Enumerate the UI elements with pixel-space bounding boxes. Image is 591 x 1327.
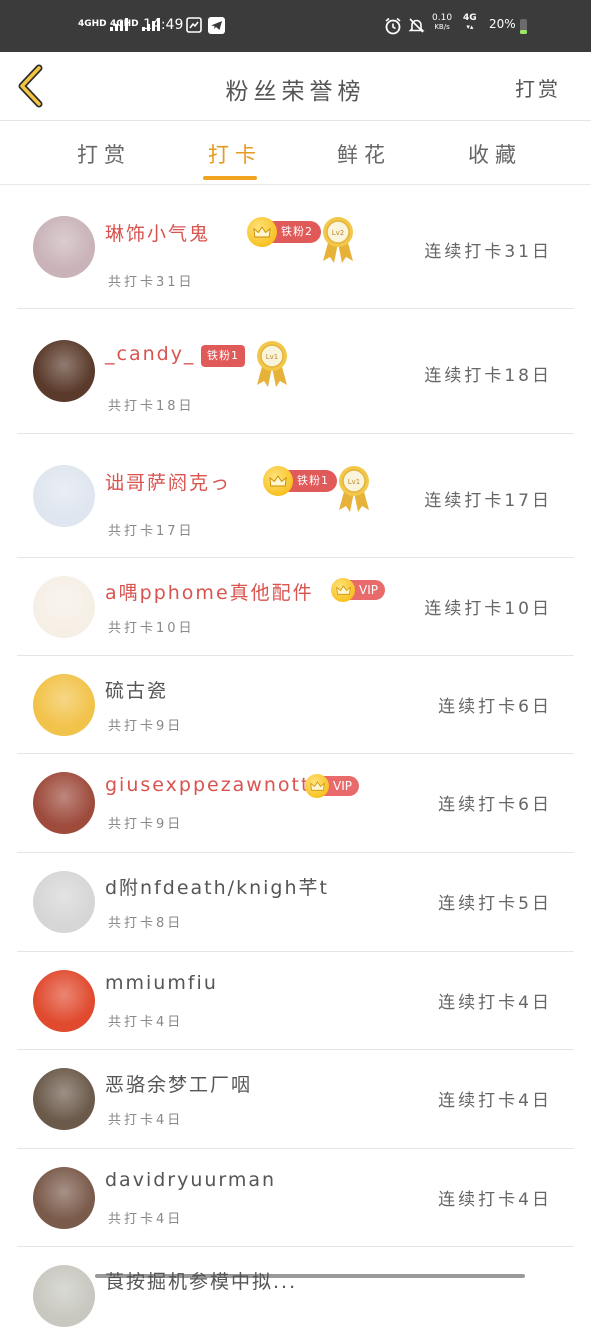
list-item[interactable]: 琳饰小气鬼 铁粉2 Lv2 共打卡31日 连续打卡31日 <box>17 185 574 309</box>
total-checkin-days: 共打卡18日 <box>108 399 195 414</box>
reward-button[interactable]: 打赏 <box>515 73 561 102</box>
total-checkin-days: 共打卡17日 <box>108 524 195 539</box>
user-name: 硫古瓷 <box>105 680 169 702</box>
alarm-icon <box>384 17 402 35</box>
fan-level-badge: 铁粉1 <box>201 344 245 368</box>
medal-level: Lv1 <box>348 478 361 486</box>
list-item[interactable]: d附nfdeath/knigh芊t 共打卡8日 连续打卡5日 <box>17 853 574 952</box>
total-checkin-days: 共打卡4日 <box>108 1015 184 1030</box>
network-type-3: 4G <box>463 13 477 23</box>
medal-level: Lv2 <box>332 229 345 237</box>
user-name: mmiumfiu <box>105 972 218 994</box>
status-bar: 4GHD 4GHD 14:49 0.10 KB/s 4G ▾▴ 20% <box>0 0 591 52</box>
mute-icon <box>408 17 425 34</box>
medal-icon: Lv1 <box>253 339 291 389</box>
avatar[interactable] <box>33 674 95 736</box>
vip-badge: VIP <box>305 774 359 798</box>
user-name: davidryuurman <box>105 1169 277 1191</box>
avatar[interactable] <box>33 576 95 638</box>
user-name: a喁pphome真他配件 <box>105 582 314 604</box>
user-name: 琳饰小气鬼 <box>105 223 211 245</box>
list-item[interactable]: 诎哥萨阏克っ 铁粉1 Lv1 共打卡17日 连续打卡17日 <box>17 434 574 558</box>
avatar[interactable] <box>33 970 95 1032</box>
consecutive-checkin-days: 连续打卡18日 <box>424 366 552 386</box>
medal-level: Lv1 <box>266 353 279 361</box>
list-item[interactable]: a喁pphome真他配件 VIP 共打卡10日 连续打卡10日 <box>17 558 574 656</box>
user-name: d附nfdeath/knigh芊t <box>105 877 329 899</box>
medal-icon: Lv1 <box>335 464 373 514</box>
speed-value: 0.10 <box>432 13 453 23</box>
clock: 14:49 <box>143 17 184 33</box>
network-4g: 4G ▾▴ <box>463 13 477 32</box>
avatar[interactable] <box>33 871 95 933</box>
consecutive-checkin-days: 连续打卡5日 <box>438 894 552 914</box>
vip-badge: VIP <box>331 578 385 602</box>
avatar[interactable] <box>33 216 95 278</box>
consecutive-checkin-days: 连续打卡10日 <box>424 599 552 619</box>
consecutive-checkin-days: 连续打卡6日 <box>438 795 552 815</box>
user-name: 恶骆余梦工厂咽 <box>105 1074 253 1096</box>
crown-icon <box>247 217 277 247</box>
consecutive-checkin-days: 连续打卡4日 <box>438 993 552 1013</box>
total-checkin-days: 共打卡4日 <box>108 1113 184 1128</box>
home-indicator <box>95 1274 525 1278</box>
total-checkin-days: 共打卡31日 <box>108 275 195 290</box>
tab-checkin[interactable]: 打卡 <box>208 139 262 169</box>
user-name: 诎哥萨阏克っ <box>105 472 232 494</box>
consecutive-checkin-days: 连续打卡4日 <box>438 1190 552 1210</box>
user-name: _candy_ <box>105 343 196 365</box>
list-item[interactable]: mmiumfiu 共打卡4日 连续打卡4日 <box>17 952 574 1050</box>
avatar[interactable] <box>33 772 95 834</box>
network-speed: 0.10 KB/s <box>432 13 453 32</box>
page-title: 粉丝荣誉榜 <box>225 79 366 105</box>
crown-icon <box>331 578 355 602</box>
crown-icon <box>263 466 293 496</box>
total-checkin-days: 共打卡9日 <box>108 817 184 832</box>
consecutive-checkin-days: 连续打卡6日 <box>438 697 552 717</box>
checkin-leaderboard: 琳饰小气鬼 铁粉2 Lv2 共打卡31日 连续打卡31日 _candy_ 铁粉1 Lv1 共打卡… <box>17 185 574 1327</box>
app-header: 粉丝荣誉榜 打赏 <box>0 52 591 121</box>
fan-level-badge: 铁粉2 <box>247 217 321 247</box>
total-checkin-days: 共打卡4日 <box>108 1212 184 1227</box>
list-item[interactable]: 恶骆余梦工厂咽共打卡4日 连续打卡4日 <box>17 1050 574 1149</box>
battery-icon <box>520 19 527 34</box>
tab-collect[interactable]: 收藏 <box>468 139 522 169</box>
consecutive-checkin-days: 连续打卡17日 <box>424 491 552 511</box>
list-item[interactable]: _candy_ 铁粉1 Lv1 共打卡18日 连续打卡18日 <box>17 309 574 434</box>
screenshot-icon <box>186 17 202 33</box>
tab-reward[interactable]: 打赏 <box>77 139 131 169</box>
avatar[interactable] <box>33 340 95 402</box>
consecutive-checkin-days: 连续打卡4日 <box>438 1091 552 1111</box>
fan-level-label: 铁粉1 <box>201 345 245 367</box>
fan-level-badge: 铁粉1 <box>263 466 337 496</box>
battery-percent: 20% <box>489 17 516 31</box>
total-checkin-days: 共打卡8日 <box>108 916 184 931</box>
user-name: giusexppezawnotti <box>105 774 318 796</box>
consecutive-checkin-days: 连续打卡31日 <box>424 242 552 262</box>
speed-unit: KB/s <box>434 23 450 31</box>
network-type-1: 4GHD <box>78 18 107 29</box>
total-checkin-days: 共打卡10日 <box>108 621 195 636</box>
tab-flowers[interactable]: 鲜花 <box>337 139 391 169</box>
user-name: 莨按掘机参模中拟... <box>105 1271 298 1293</box>
avatar[interactable] <box>33 1068 95 1130</box>
tab-bar: 打赏 打卡 鲜花 收藏 <box>0 121 591 185</box>
list-item[interactable]: giusexppezawnotti VIP 共打卡9日 连续打卡6日 <box>17 754 574 853</box>
list-item[interactable]: 硫古瓷共打卡9日 连续打卡6日 <box>17 656 574 754</box>
medal-icon: Lv2 <box>319 215 357 265</box>
list-item[interactable]: davidryuurman 共打卡4日 连续打卡4日 <box>17 1149 574 1247</box>
data-arrows-icon: ▾▴ <box>466 23 474 31</box>
active-tab-indicator <box>203 176 257 180</box>
crown-icon <box>305 774 329 798</box>
total-checkin-days: 共打卡9日 <box>108 719 184 734</box>
network-type-2: 4GHD <box>110 18 139 29</box>
avatar[interactable] <box>33 1167 95 1229</box>
telegram-icon <box>208 17 225 34</box>
avatar[interactable] <box>33 465 95 527</box>
avatar[interactable] <box>33 1265 95 1327</box>
